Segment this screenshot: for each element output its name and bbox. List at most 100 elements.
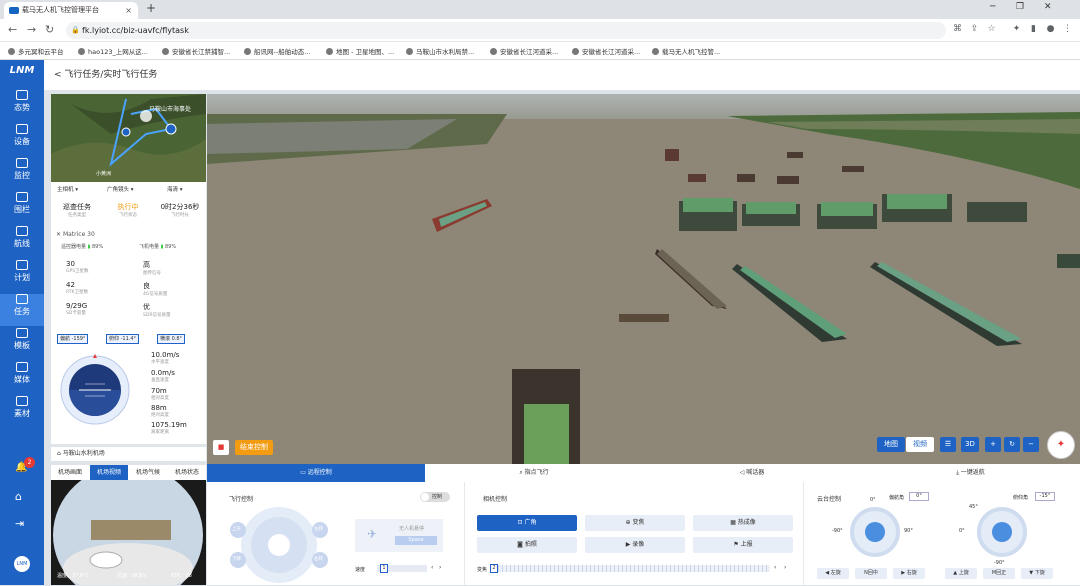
speed-increase[interactable]: › <box>439 564 441 571</box>
close-tab-icon[interactable]: × <box>125 2 132 19</box>
page-header: < 飞行任务/实时飞行任务 <box>44 60 1080 90</box>
tab-point-flight[interactable]: ⌕ 指点飞行 <box>425 464 643 482</box>
home-icon[interactable]: ⌂ <box>15 490 22 503</box>
3d-button[interactable]: 3D <box>961 437 979 452</box>
quality-select[interactable]: 海清 ▾ <box>167 185 183 193</box>
tab-airport-video[interactable]: 机场视频 <box>90 465 128 480</box>
bookmark-item[interactable]: 安徽省长江河道采... <box>572 46 640 56</box>
sidebar-item-monitor[interactable]: 监控 <box>0 158 44 190</box>
sidebar-item-fence[interactable]: 围栏 <box>0 192 44 224</box>
reset-m-button[interactable]: M回正 <box>983 568 1015 579</box>
maximize-icon[interactable]: ❐ <box>1016 2 1024 12</box>
map-view-button[interactable]: 地图 <box>877 437 905 452</box>
mini-map[interactable]: 马鞍山市海事处 小黄洲 <box>51 94 206 182</box>
bookmark-item[interactable]: 多元冥和云平台 <box>8 46 64 56</box>
attitude-indicator <box>59 354 131 426</box>
tab-remote-control[interactable]: ▭ 远程控制 <box>207 464 425 482</box>
roll-pill: 横滚 0.8° <box>157 334 186 344</box>
absolute-height: 88m 绝对高度 <box>151 404 169 418</box>
minimize-icon[interactable]: ─ <box>990 2 995 12</box>
space-hint[interactable]: Space <box>395 536 437 545</box>
rotate-up-button[interactable]: ▲ 上旋 <box>945 568 977 579</box>
sidebar-item-plan[interactable]: 计划 <box>0 260 44 292</box>
fence-icon <box>16 192 28 202</box>
reload-icon[interactable]: ↻ <box>45 23 54 36</box>
bookmark-star-icon[interactable]: ☆ <box>986 24 997 35</box>
app-logo: LNM <box>9 65 35 76</box>
zoom-slider[interactable]: 2 <box>490 564 770 573</box>
stop-control-button[interactable]: 结束控制 <box>235 440 273 455</box>
home-distance: 1075.19m 离家距离 <box>151 421 187 435</box>
pitch-pill: 俯仰 -11.4° <box>106 334 140 344</box>
center-n-button[interactable]: N回中 <box>855 568 887 579</box>
control-toggle[interactable]: 控制 <box>420 492 450 502</box>
list-icon[interactable]: ☰ <box>940 437 956 452</box>
zoom-decrease[interactable]: ‹ <box>774 564 776 571</box>
forward-icon[interactable]: → <box>27 23 36 36</box>
sidebar-item-device[interactable]: 设备 <box>0 124 44 156</box>
rotate-icon[interactable]: ↻ <box>1004 437 1020 452</box>
extensions-icon[interactable]: ✦ <box>1011 24 1022 35</box>
photo-button[interactable]: ◙ 拍照 <box>477 537 577 553</box>
tab-return-home[interactable]: ⤓ 一键返航 <box>861 464 1080 482</box>
tab-airport-status[interactable]: 机场状态 <box>168 465 206 480</box>
task-icon <box>16 294 28 304</box>
sidebar-item-template[interactable]: 模板 <box>0 328 44 360</box>
new-tab-button[interactable]: + <box>146 1 156 15</box>
lens-select[interactable]: 广角镜头 ▾ <box>107 185 134 193</box>
speed-slider[interactable]: 1 <box>377 564 427 573</box>
bookmark-item[interactable]: 马鞍山市水利局禁... <box>406 46 474 56</box>
profile-icon[interactable]: ● <box>1045 24 1056 35</box>
monitor-icon <box>16 158 28 168</box>
camera-select[interactable]: 主相机 ▾ <box>57 185 78 193</box>
sidebar-item-route[interactable]: 航线 <box>0 226 44 258</box>
compass-icon[interactable]: ✦ <box>1047 431 1075 459</box>
bookmark-item[interactable]: 载马无人机飞控管... <box>652 46 720 56</box>
zoom-in-icon[interactable]: + <box>985 437 1001 452</box>
zoom-out-icon[interactable]: − <box>1023 437 1039 452</box>
browser-tab[interactable]: 载马无人机飞控管理平台 × <box>4 2 138 19</box>
gps-count: 30 GPS卫星数 <box>66 260 89 274</box>
record-button[interactable]: ▶ 录像 <box>585 537 685 553</box>
bookmark-item[interactable]: 船讯网--船舶动态... <box>244 46 310 56</box>
bookmark-item[interactable]: 安徽省长江河道采... <box>490 46 558 56</box>
4g-signal: 良 4G信号质量 <box>143 282 168 297</box>
stop-icon[interactable]: ■ <box>213 440 229 455</box>
drone-video-feed[interactable]: ■ 结束控制 地图 视频 ☰ 3D + ↻ − ✦ <box>207 94 1080 464</box>
tab-airport-weather[interactable]: 机场气候 <box>129 465 167 480</box>
user-avatar[interactable]: LNM <box>14 556 30 572</box>
bookmark-item[interactable]: 地图 - 卫星地图、... <box>326 46 394 56</box>
close-window-icon[interactable]: ✕ <box>1044 2 1052 12</box>
sdr-signal: 优 SDR信号质量 <box>143 303 171 318</box>
thermal-button[interactable]: ▦ 热成像 <box>693 515 793 531</box>
logout-icon[interactable]: ⇥ <box>15 517 24 530</box>
bookmark-item[interactable]: 安徽省长江禁捕智... <box>162 46 230 56</box>
breadcrumb[interactable]: < 飞行任务/实时飞行任务 <box>54 70 157 80</box>
speed-decrease[interactable]: ‹ <box>431 564 433 571</box>
menu-icon[interactable]: ⋮ <box>1062 24 1073 35</box>
share-icon[interactable]: ⇪ <box>969 24 980 35</box>
rotate-right-button[interactable]: ▶ 右旋 <box>893 568 925 579</box>
sidebar-item-media[interactable]: 媒体 <box>0 362 44 394</box>
zoom-increase[interactable]: › <box>784 564 786 571</box>
tab-speaker[interactable]: ◁ 喊话器 <box>643 464 861 482</box>
rotate-down-button[interactable]: ▼ 下旋 <box>1021 568 1053 579</box>
zoom-button[interactable]: ⊕ 变焦 <box>585 515 685 531</box>
translate-icon[interactable]: ⌘ <box>952 24 963 35</box>
report-button[interactable]: ⚑ 上报 <box>693 537 793 553</box>
video-view-button[interactable]: 视频 <box>906 437 934 452</box>
tab-airport-picture[interactable]: 机场画面 <box>51 465 89 480</box>
rtk-count: 42 RTK卫星数 <box>66 281 88 295</box>
sidebar-item-task[interactable]: 任务 <box>0 294 44 326</box>
rotate-left-button[interactable]: ◀ 左旋 <box>817 568 849 579</box>
url-input[interactable]: 🔒 fk.lyiot.cc/biz-uavfc/flytask <box>66 22 946 39</box>
sidepanel-icon[interactable]: ▮ <box>1028 24 1039 35</box>
pitch-dial[interactable] <box>977 507 1027 557</box>
sidebar-item-material[interactable]: 素材 <box>0 396 44 428</box>
wide-angle-button[interactable]: ⊡ 广角 <box>477 515 577 531</box>
back-icon[interactable]: ← <box>8 23 17 36</box>
yaw-dial[interactable] <box>850 507 900 557</box>
joystick-pad[interactable]: 上升 下降 左转 右转 <box>224 506 334 584</box>
bookmark-item[interactable]: hao123_上网从这... <box>78 46 148 56</box>
sidebar-item-situation[interactable]: 态势 <box>0 90 44 122</box>
